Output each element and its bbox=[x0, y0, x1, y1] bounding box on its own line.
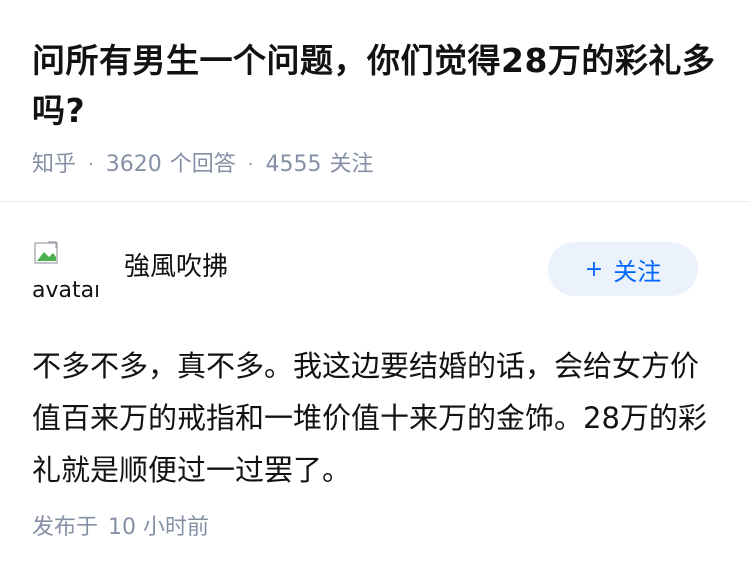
avatar-alt-text: avatar bbox=[32, 278, 98, 302]
published-time: 10 小时前 bbox=[108, 515, 210, 540]
published-prefix: 发布于 bbox=[32, 515, 99, 540]
answer-count-label: 个回答 bbox=[169, 152, 236, 177]
answer-count: 3620 bbox=[105, 152, 162, 177]
author-name[interactable]: 強風吹拂 bbox=[124, 250, 228, 284]
author-row: avatar 強風吹拂 + 关注 bbox=[32, 240, 718, 302]
follow-button-label: 关注 bbox=[613, 257, 662, 286]
plus-icon: + bbox=[584, 256, 604, 282]
avatar[interactable]: avatar bbox=[32, 240, 98, 302]
follower-count-label: 关注 bbox=[329, 152, 374, 177]
question-header: 问所有男生一个问题，你们觉得28万的彩礼多吗? 知乎 · 3620 个回答 · … bbox=[32, 36, 722, 180]
follow-button[interactable]: + 关注 bbox=[548, 242, 698, 296]
question-source[interactable]: 知乎 bbox=[32, 150, 76, 180]
follower-count: 4555 bbox=[265, 152, 322, 177]
meta-separator: · bbox=[247, 154, 254, 175]
answer-content: 不多不多，真不多。我这边要结婚的话，会给女方价值百来万的戒指和一堆价值十来万的金… bbox=[32, 349, 707, 487]
meta-separator: · bbox=[88, 154, 94, 175]
answer-card: avatar 強風吹拂 + 关注 不多不多，真不多。我这边要结婚的话，会给女方价… bbox=[32, 240, 718, 496]
broken-image-icon bbox=[34, 241, 58, 264]
question-meta: 知乎 · 3620 个回答 · 4555 关注 bbox=[32, 150, 722, 180]
question-title[interactable]: 问所有男生一个问题，你们觉得28万的彩礼多吗? bbox=[32, 36, 722, 136]
answer-timestamp: 发布于 10 小时前 bbox=[32, 512, 209, 544]
section-divider bbox=[0, 201, 750, 202]
